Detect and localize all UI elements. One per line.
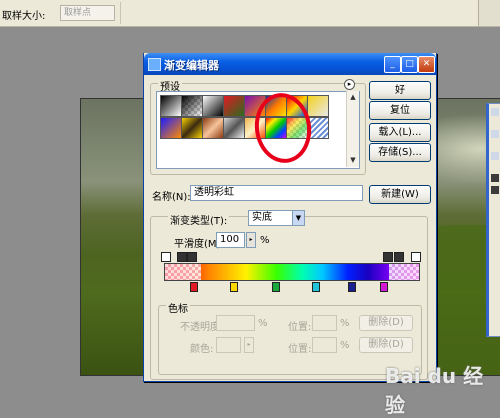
app-icon [148, 58, 161, 71]
color-swatch-input[interactable] [216, 337, 241, 353]
preset-swatch[interactable] [181, 95, 203, 117]
color-label: 颜色: [190, 344, 214, 355]
maximize-icon[interactable]: □ [401, 56, 418, 73]
preset-swatch[interactable] [307, 95, 329, 117]
preset-swatch[interactable] [160, 95, 182, 117]
sample-size-select[interactable]: 取样点 [60, 5, 115, 21]
opacity-input[interactable] [216, 315, 255, 331]
gradient-type-label: 渐变类型(T): [168, 212, 230, 227]
preset-swatch[interactable] [202, 117, 224, 139]
position2-input[interactable] [312, 337, 337, 353]
preset-swatch[interactable] [223, 95, 245, 117]
gradient-editor-dialog: 渐变编辑器 _ □ ✕ 预设 ▸ ▲ ▼ 好 复位 载入(L)... 存储(S)… [143, 53, 437, 382]
preset-swatch[interactable] [223, 117, 245, 139]
smoothness-unit: % [260, 235, 270, 246]
gradient-type-select[interactable]: 实底 [248, 210, 293, 226]
scroll-up-icon[interactable]: ▲ [348, 92, 358, 102]
reset-button[interactable]: 复位 [369, 101, 431, 120]
position2-unit: % [340, 340, 350, 351]
name-label: 名称(N): [152, 192, 191, 203]
panel-tab[interactable] [491, 130, 499, 138]
stops-group-label: 色标 [166, 300, 190, 315]
opacity-unit: % [258, 318, 268, 329]
eye-icon[interactable] [491, 174, 499, 182]
options-bar: 取样大小: 取样点 [0, 0, 500, 27]
scroll-down-icon[interactable]: ▼ [348, 155, 358, 165]
preset-swatch[interactable] [160, 117, 182, 139]
panel-tab[interactable] [491, 152, 499, 160]
opacity-stop[interactable] [411, 252, 421, 262]
close-icon[interactable]: ✕ [418, 56, 435, 73]
position-input[interactable] [312, 315, 337, 331]
color-stop[interactable] [312, 282, 320, 292]
transparency-left [165, 264, 201, 280]
position2-label: 位置: [288, 344, 312, 355]
opacity-stop[interactable] [161, 252, 171, 262]
color-stop[interactable] [190, 282, 198, 292]
side-panel[interactable] [486, 103, 500, 337]
ok-button[interactable]: 好 [369, 81, 431, 100]
position-unit: % [340, 318, 350, 329]
delete-color-stop-button[interactable]: 删除(D) [359, 337, 413, 353]
preset-scrollbar[interactable]: ▲ ▼ [346, 91, 359, 167]
palette-well[interactable] [478, 0, 500, 26]
panel-tab[interactable] [491, 108, 499, 116]
sample-size-label: 取样大小: [2, 11, 46, 22]
color-stop[interactable] [272, 282, 280, 292]
title-bar[interactable]: 渐变编辑器 _ □ ✕ [144, 53, 436, 75]
opacity-stop[interactable] [177, 252, 187, 262]
color-stop[interactable] [348, 282, 356, 292]
preset-swatch[interactable] [202, 95, 224, 117]
presets-menu-icon[interactable]: ▸ [344, 79, 355, 90]
preset-swatch[interactable] [181, 117, 203, 139]
color-menu-icon[interactable]: ▸ [244, 337, 254, 353]
delete-opacity-stop-button[interactable]: 删除(D) [359, 315, 413, 331]
color-stop[interactable] [380, 282, 388, 292]
stepper-icon[interactable]: ▸ [246, 232, 256, 248]
transparency-right [389, 264, 419, 280]
opacity-stop[interactable] [383, 252, 393, 262]
color-stop[interactable] [230, 282, 238, 292]
load-button[interactable]: 载入(L)... [369, 123, 431, 142]
opacity-stop[interactable] [394, 252, 404, 262]
new-button[interactable]: 新建(W) [369, 185, 431, 204]
opacity-stop[interactable] [187, 252, 197, 262]
dialog-title: 渐变编辑器 [164, 59, 219, 72]
minimize-icon[interactable]: _ [384, 56, 401, 73]
eye-icon[interactable] [491, 186, 499, 194]
chevron-down-icon[interactable]: ▼ [292, 210, 305, 226]
save-button[interactable]: 存储(S)... [369, 143, 431, 162]
position-label: 位置: [288, 322, 312, 333]
smoothness-input[interactable]: 100 [216, 232, 245, 248]
name-input[interactable]: 透明彩虹 [190, 185, 363, 201]
watermark: Bai du 经验 [385, 364, 484, 417]
gradient-preview-bar[interactable] [164, 263, 420, 281]
separator [120, 2, 121, 24]
